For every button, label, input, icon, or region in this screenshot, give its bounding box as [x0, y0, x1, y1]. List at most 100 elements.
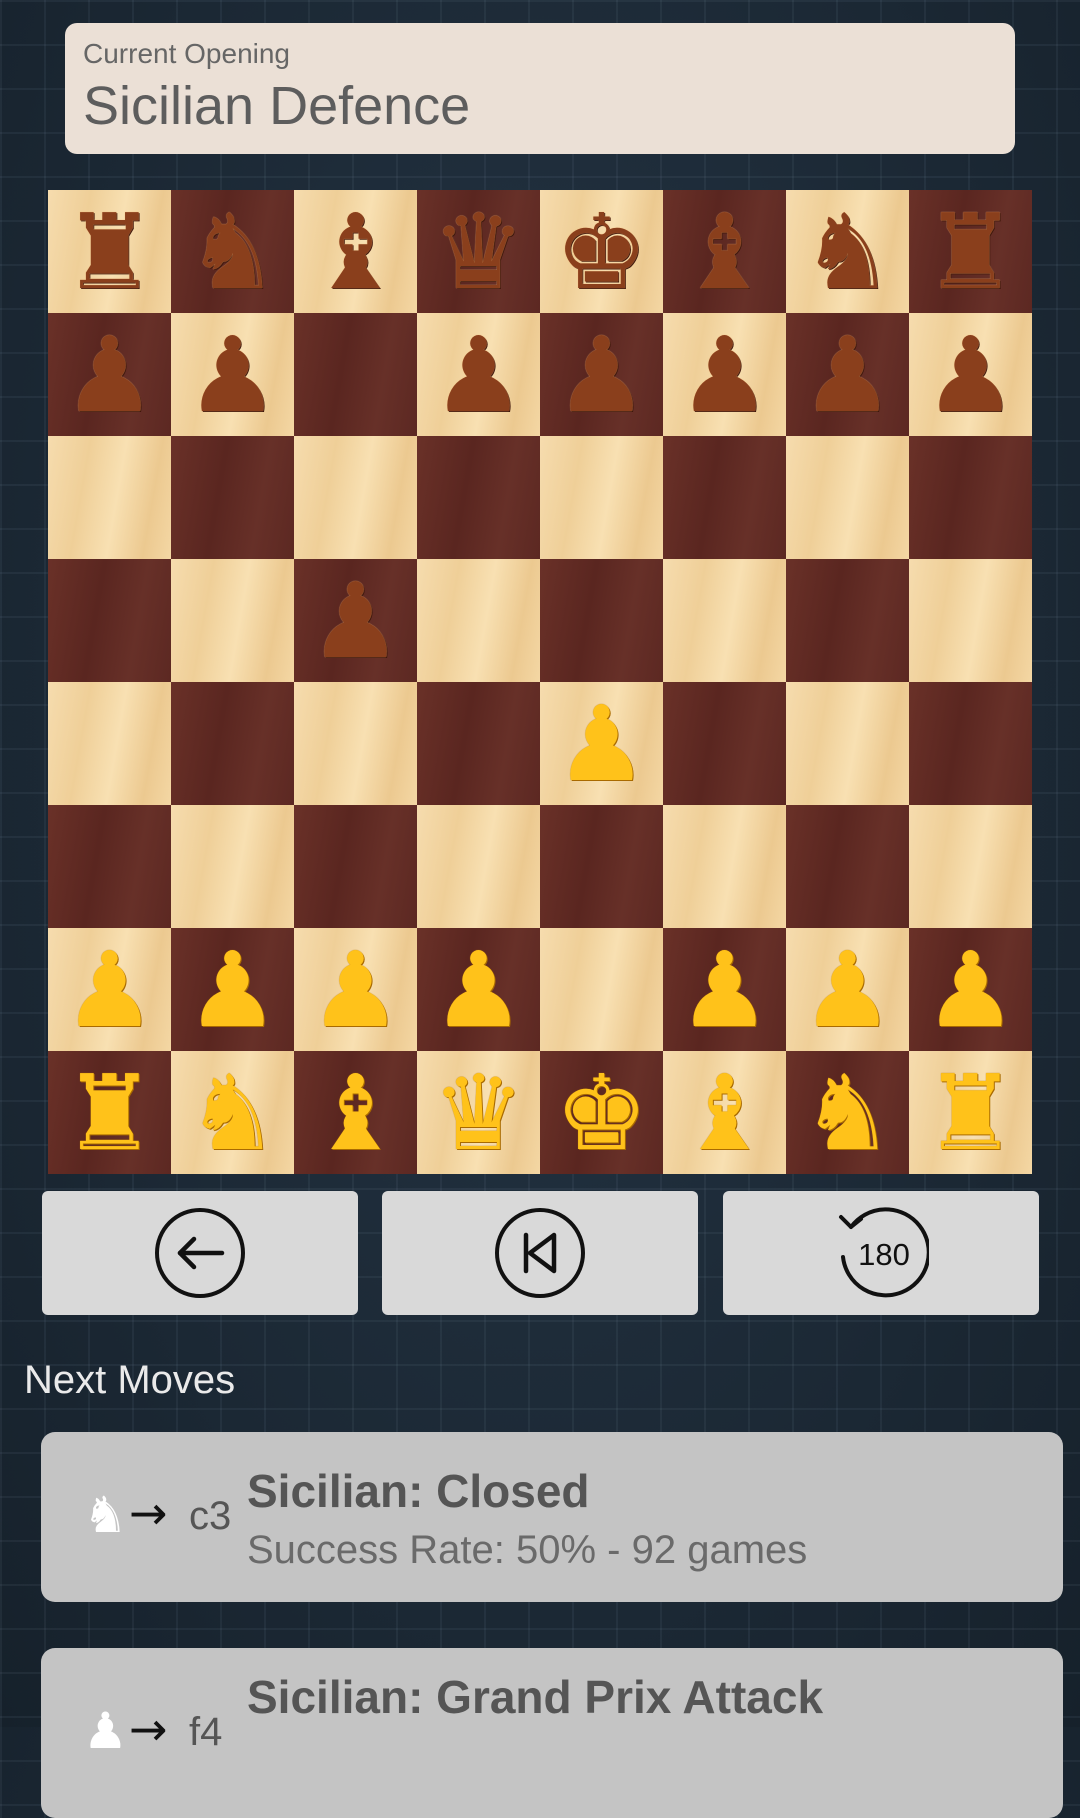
square-d4[interactable]: [417, 682, 540, 805]
black-bishop-icon[interactable]: ♝: [309, 200, 402, 304]
black-pawn-icon[interactable]: ♟: [924, 323, 1017, 427]
black-king-icon[interactable]: ♚: [555, 200, 648, 304]
square-f7[interactable]: ♟: [663, 313, 786, 436]
square-e6[interactable]: [540, 436, 663, 559]
square-b3[interactable]: [171, 805, 294, 928]
square-b5[interactable]: [171, 559, 294, 682]
next-move-card[interactable]: ♟ → f4 Sicilian: Grand Prix Attack: [41, 1648, 1063, 1818]
white-pawn-icon[interactable]: ♟: [63, 938, 156, 1042]
square-a4[interactable]: [48, 682, 171, 805]
white-pawn-icon[interactable]: ♟: [186, 938, 279, 1042]
reset-to-start-button[interactable]: [382, 1191, 698, 1315]
black-pawn-icon[interactable]: ♟: [63, 323, 156, 427]
square-h7[interactable]: ♟: [909, 313, 1032, 436]
square-d6[interactable]: [417, 436, 540, 559]
square-b2[interactable]: ♟: [171, 928, 294, 1051]
white-pawn-icon[interactable]: ♟: [678, 938, 771, 1042]
black-pawn-icon[interactable]: ♟: [555, 323, 648, 427]
square-a3[interactable]: [48, 805, 171, 928]
white-pawn-icon[interactable]: ♟: [309, 938, 402, 1042]
square-e5[interactable]: [540, 559, 663, 682]
square-c3[interactable]: [294, 805, 417, 928]
black-rook-icon[interactable]: ♜: [63, 200, 156, 304]
black-knight-icon[interactable]: ♞: [186, 200, 279, 304]
square-h4[interactable]: [909, 682, 1032, 805]
square-g5[interactable]: [786, 559, 909, 682]
square-d7[interactable]: ♟: [417, 313, 540, 436]
square-g8[interactable]: ♞: [786, 190, 909, 313]
square-f5[interactable]: [663, 559, 786, 682]
square-f8[interactable]: ♝: [663, 190, 786, 313]
square-h3[interactable]: [909, 805, 1032, 928]
square-c4[interactable]: [294, 682, 417, 805]
square-c6[interactable]: [294, 436, 417, 559]
white-knight-icon[interactable]: ♞: [186, 1061, 279, 1165]
square-g2[interactable]: ♟: [786, 928, 909, 1051]
square-g3[interactable]: [786, 805, 909, 928]
square-d2[interactable]: ♟: [417, 928, 540, 1051]
square-h6[interactable]: [909, 436, 1032, 559]
square-g6[interactable]: [786, 436, 909, 559]
flip-board-button[interactable]: 180: [723, 1191, 1039, 1315]
square-h8[interactable]: ♜: [909, 190, 1032, 313]
square-b6[interactable]: [171, 436, 294, 559]
black-rook-icon[interactable]: ♜: [924, 200, 1017, 304]
square-f1[interactable]: ♝: [663, 1051, 786, 1174]
square-b7[interactable]: ♟: [171, 313, 294, 436]
black-bishop-icon[interactable]: ♝: [678, 200, 771, 304]
square-f2[interactable]: ♟: [663, 928, 786, 1051]
white-queen-icon[interactable]: ♛: [432, 1061, 525, 1165]
square-a5[interactable]: [48, 559, 171, 682]
black-pawn-icon[interactable]: ♟: [678, 323, 771, 427]
square-e1[interactable]: ♚: [540, 1051, 663, 1174]
black-pawn-icon[interactable]: ♟: [309, 569, 402, 673]
square-a8[interactable]: ♜: [48, 190, 171, 313]
white-rook-icon[interactable]: ♜: [924, 1061, 1017, 1165]
square-a7[interactable]: ♟: [48, 313, 171, 436]
white-pawn-icon[interactable]: ♟: [801, 938, 894, 1042]
square-d5[interactable]: [417, 559, 540, 682]
square-a6[interactable]: [48, 436, 171, 559]
square-e2[interactable]: [540, 928, 663, 1051]
square-e4[interactable]: ♟: [540, 682, 663, 805]
white-pawn-icon[interactable]: ♟: [432, 938, 525, 1042]
square-b4[interactable]: [171, 682, 294, 805]
next-move-card[interactable]: ♞ → c3 Sicilian: Closed Success Rate: 50…: [41, 1432, 1063, 1602]
square-h2[interactable]: ♟: [909, 928, 1032, 1051]
square-g1[interactable]: ♞: [786, 1051, 909, 1174]
square-c7[interactable]: [294, 313, 417, 436]
square-f3[interactable]: [663, 805, 786, 928]
square-b1[interactable]: ♞: [171, 1051, 294, 1174]
white-pawn-icon[interactable]: ♟: [924, 938, 1017, 1042]
square-f4[interactable]: [663, 682, 786, 805]
square-d8[interactable]: ♛: [417, 190, 540, 313]
square-h1[interactable]: ♜: [909, 1051, 1032, 1174]
square-a2[interactable]: ♟: [48, 928, 171, 1051]
undo-move-button[interactable]: [42, 1191, 358, 1315]
square-e7[interactable]: ♟: [540, 313, 663, 436]
black-knight-icon[interactable]: ♞: [801, 200, 894, 304]
black-pawn-icon[interactable]: ♟: [186, 323, 279, 427]
square-c1[interactable]: ♝: [294, 1051, 417, 1174]
square-c5[interactable]: ♟: [294, 559, 417, 682]
square-c8[interactable]: ♝: [294, 190, 417, 313]
black-pawn-icon[interactable]: ♟: [801, 323, 894, 427]
square-g7[interactable]: ♟: [786, 313, 909, 436]
square-d3[interactable]: [417, 805, 540, 928]
white-rook-icon[interactable]: ♜: [63, 1061, 156, 1165]
square-d1[interactable]: ♛: [417, 1051, 540, 1174]
square-b8[interactable]: ♞: [171, 190, 294, 313]
square-e3[interactable]: [540, 805, 663, 928]
white-bishop-icon[interactable]: ♝: [309, 1061, 402, 1165]
chess-board[interactable]: ♜ ♞ ♝ ♛ ♚ ♝ ♞ ♜ ♟ ♟ ♟ ♟ ♟ ♟ ♟ ♟ ♟ ♟ ♟ ♟ ♟ ♟ ♟ ♟ ♜ ♞ ♝ ♛ ♚ ♝ ♞ ♜: [48, 190, 1032, 1174]
square-c2[interactable]: ♟: [294, 928, 417, 1051]
square-e8[interactable]: ♚: [540, 190, 663, 313]
square-f6[interactable]: [663, 436, 786, 559]
white-knight-icon[interactable]: ♞: [801, 1061, 894, 1165]
white-pawn-icon[interactable]: ♟: [555, 692, 648, 796]
square-g4[interactable]: [786, 682, 909, 805]
black-pawn-icon[interactable]: ♟: [432, 323, 525, 427]
square-a1[interactable]: ♜: [48, 1051, 171, 1174]
square-h5[interactable]: [909, 559, 1032, 682]
white-bishop-icon[interactable]: ♝: [678, 1061, 771, 1165]
